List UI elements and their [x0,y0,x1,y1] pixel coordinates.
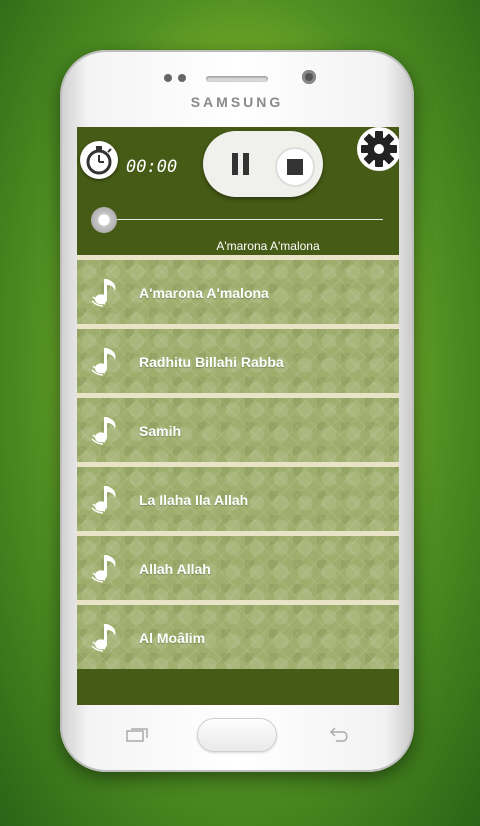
pause-button[interactable] [215,139,265,189]
sensor-dots [164,74,186,82]
phone-frame: SAMSUNG 00:00 A'marona A'malona A'marona… [60,50,414,772]
music-note-icon [91,417,116,445]
seek-knob[interactable] [91,207,117,233]
back-icon[interactable] [328,726,352,742]
device-brand: SAMSUNG [190,94,284,110]
music-note-icon [91,348,116,376]
stop-icon [287,159,303,175]
track-item[interactable]: A'marona A'malona [77,255,399,324]
track-item[interactable]: Radhitu Billahi Rabba [77,324,399,393]
pause-icon [232,153,238,175]
track-item[interactable]: Allah Allah [77,531,399,600]
player-panel: 00:00 A'marona A'malona [77,127,399,255]
stopwatch-icon[interactable] [80,141,118,179]
track-item[interactable]: Samih [77,393,399,462]
track-item[interactable]: La Ilaha Ila Allah [77,462,399,531]
playback-controls [203,131,323,197]
home-button[interactable] [197,718,277,752]
track-title: Al Moâlim [139,630,206,646]
track-title: La Ilaha Ila Allah [139,492,249,508]
earpiece-speaker [206,76,268,82]
track-list: A'marona A'malona Radhitu Billahi Rabba … [77,255,399,669]
music-note-icon [91,555,116,583]
elapsed-time: 00:00 [126,157,178,177]
track-title: Samih [139,423,182,439]
now-playing-title: A'marona A'malona [216,239,320,253]
front-camera [302,70,316,84]
track-title: Allah Allah [139,561,211,577]
track-item[interactable]: Al Moâlim [77,600,399,669]
recent-apps-icon[interactable] [126,728,148,742]
seek-bar[interactable] [117,219,383,220]
music-note-icon [91,624,116,652]
app-screen: 00:00 A'marona A'malona A'marona A'malon… [77,127,399,705]
gear-icon[interactable] [357,127,399,171]
music-note-icon [91,279,116,307]
track-title: A'marona A'malona [139,285,269,301]
track-title: Radhitu Billahi Rabba [139,354,284,370]
stop-button[interactable] [275,147,315,187]
music-note-icon [91,486,116,514]
